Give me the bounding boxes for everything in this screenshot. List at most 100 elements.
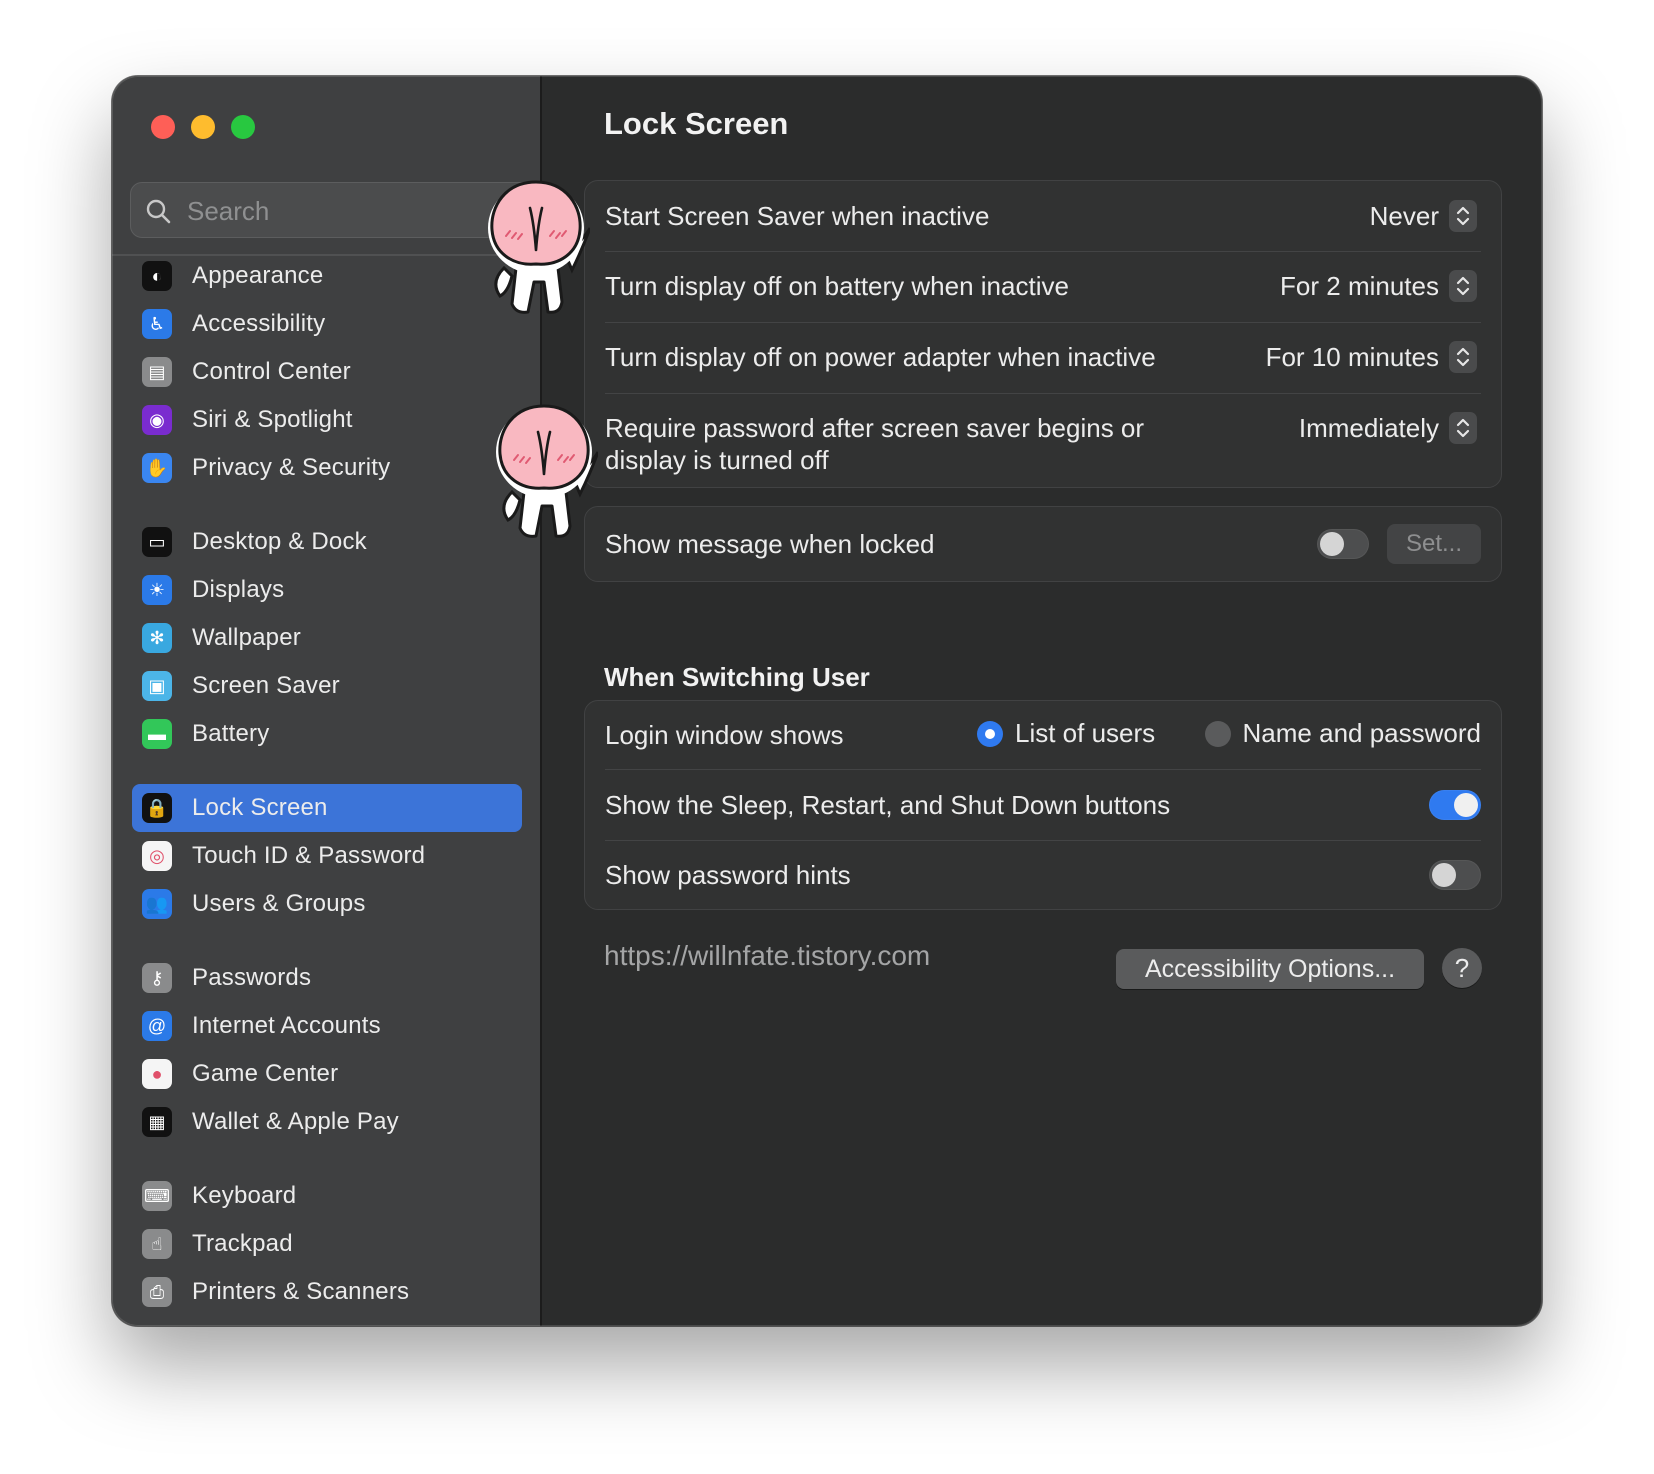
radio-button[interactable]: [1204, 720, 1231, 747]
sidebar-item-keyboard[interactable]: ⌨ Keyboard: [132, 1172, 522, 1220]
siri-icon: ◉: [142, 405, 172, 435]
adapter-display-popup[interactable]: For 10 minutes: [1266, 341, 1477, 373]
page-title: Lock Screen: [604, 106, 789, 141]
game-center-icon: ●: [142, 1059, 172, 1089]
sidebar: ◐ Appearance ♿ Accessibility ▤ Control Center…: [112, 76, 542, 1326]
search-field[interactable]: [130, 182, 542, 239]
help-button[interactable]: ?: [1442, 948, 1482, 988]
chevron-up-down-icon: [1449, 200, 1477, 232]
sidebar-item-label: Passwords: [192, 964, 312, 991]
sidebar-item-label: Game Center: [192, 1060, 339, 1087]
watermark-url: https://willnfate.tistory.com: [604, 940, 931, 971]
hand-icon: ✋: [142, 453, 172, 483]
sidebar-item-label: Internet Accounts: [192, 1012, 381, 1039]
toggle-knob: [1320, 532, 1344, 556]
battery-display-value: For 2 minutes: [1280, 270, 1439, 301]
sidebar-item-displays[interactable]: ☀ Displays: [132, 566, 522, 614]
require-password-popup[interactable]: Immediately: [1299, 412, 1477, 444]
show-message-toggle[interactable]: [1317, 529, 1369, 559]
sidebar-item-game-center[interactable]: ● Game Center: [132, 1050, 522, 1098]
sidebar-item-label: Battery: [192, 720, 270, 747]
accessibility-icon: ♿: [142, 309, 172, 339]
sidebar-item-touch-id-and-password[interactable]: ◎ Touch ID & Password: [132, 832, 522, 880]
sleep-buttons-toggle[interactable]: [1429, 790, 1481, 820]
fingerprint-icon: ◎: [142, 841, 172, 871]
require-password-value: Immediately: [1298, 412, 1439, 443]
sleep-buttons-row: Show the Sleep, Restart, and Shut Down b…: [605, 770, 1481, 840]
accessibility-options-button[interactable]: Accessibility Options...: [1116, 949, 1424, 989]
require-password-row: Require password after screen saver begi…: [605, 394, 1481, 488]
sidebar-item-label: Control Center: [192, 358, 351, 385]
sidebar-item-appearance[interactable]: ◐ Appearance: [132, 252, 522, 300]
minimize-window-button[interactable]: [191, 115, 215, 139]
password-hints-toggle[interactable]: [1429, 860, 1481, 890]
peach-sticker-icon: [488, 180, 590, 314]
set-message-button[interactable]: Set...: [1387, 524, 1481, 564]
sleep-buttons-label: Show the Sleep, Restart, and Shut Down b…: [605, 790, 1171, 820]
sidebar-item-screen-saver[interactable]: ▣ Screen Saver: [132, 662, 522, 710]
battery-display-popup[interactable]: For 2 minutes: [1280, 270, 1477, 302]
trackpad-icon: ☝: [142, 1229, 172, 1259]
sun-icon: ☀: [142, 575, 172, 605]
screen-saver-value: Never: [1369, 200, 1439, 231]
sidebar-item-internet-accounts[interactable]: @ Internet Accounts: [132, 1002, 522, 1050]
content-pane: Lock Screen Start Screen Saver when inac…: [542, 76, 1542, 1326]
radio-list-of-users[interactable]: List of users: [977, 718, 1155, 749]
control-center-icon: ▤: [142, 357, 172, 387]
sidebar-item-label: Screen Saver: [192, 672, 340, 699]
sidebar-item-label: Desktop & Dock: [192, 528, 367, 555]
adapter-display-value: For 10 minutes: [1265, 341, 1439, 372]
adapter-display-label: Turn display off on power adapter when i…: [605, 342, 1156, 372]
battery-display-row: Turn display off on battery when inactiv…: [605, 252, 1481, 322]
radio-name-and-password[interactable]: Name and password: [1204, 718, 1481, 749]
wallet-icon: ▦: [142, 1107, 172, 1137]
switching-user-group: Login window shows List of users Name an…: [584, 700, 1502, 910]
sidebar-item-accessibility[interactable]: ♿ Accessibility: [132, 300, 522, 348]
chevron-up-down-icon: [1449, 270, 1477, 302]
users-icon: 👥: [142, 889, 172, 919]
password-hints-label: Show password hints: [605, 860, 851, 890]
zoom-window-button[interactable]: [231, 115, 255, 139]
sidebar-item-lock-screen[interactable]: 🔒 Lock Screen: [132, 784, 522, 832]
peach-sticker-icon: [496, 404, 598, 538]
settings-window: ◐ Appearance ♿ Accessibility ▤ Control Center…: [112, 76, 1542, 1326]
screen-saver-popup[interactable]: Never: [1370, 200, 1477, 232]
at-icon: @: [142, 1011, 172, 1041]
message-group: Show message when locked Set...: [584, 506, 1502, 582]
radio-button-selected[interactable]: [977, 720, 1003, 747]
screen-saver-icon: ▣: [142, 671, 172, 701]
printer-icon: ⎙: [142, 1277, 172, 1307]
sidebar-item-users-and-groups[interactable]: 👥 Users & Groups: [132, 880, 522, 928]
sidebar-item-printers-and-scanners[interactable]: ⎙ Printers & Scanners: [132, 1268, 522, 1316]
battery-display-label: Turn display off on battery when inactiv…: [605, 271, 1069, 301]
sidebar-item-label: Users & Groups: [192, 890, 366, 917]
search-input[interactable]: [185, 183, 489, 239]
sidebar-item-privacy-and-security[interactable]: ✋ Privacy & Security: [132, 444, 522, 492]
switching-user-heading: When Switching User: [604, 662, 870, 692]
sidebar-item-label: Siri & Spotlight: [192, 406, 353, 433]
sidebar-item-wallpaper[interactable]: ✻ Wallpaper: [132, 614, 522, 662]
window-controls: [151, 115, 255, 139]
snowflake-icon: ✻: [142, 623, 172, 653]
sidebar-item-wallet-and-apple-pay[interactable]: ▦ Wallet & Apple Pay: [132, 1098, 522, 1146]
password-hints-row: Show password hints: [605, 841, 1481, 909]
adapter-display-row: Turn display off on power adapter when i…: [605, 323, 1481, 393]
sidebar-item-battery[interactable]: ▬ Battery: [132, 710, 522, 758]
require-password-label-line2: display is turned off: [605, 445, 829, 475]
show-message-row: Show message when locked Set...: [605, 507, 1481, 581]
battery-icon: ▬: [142, 719, 172, 749]
login-window-label: Login window shows: [605, 720, 844, 750]
screen-saver-row: Start Screen Saver when inactive Never: [605, 181, 1481, 251]
sidebar-item-desktop-and-dock[interactable]: ▭ Desktop & Dock: [132, 518, 522, 566]
sidebar-item-control-center[interactable]: ▤ Control Center: [132, 348, 522, 396]
sidebar-item-trackpad[interactable]: ☝ Trackpad: [132, 1220, 522, 1268]
lock-icon: 🔒: [142, 793, 172, 823]
sidebar-item-passwords[interactable]: ⚷ Passwords: [132, 954, 522, 1002]
login-window-row: Login window shows List of users Name an…: [605, 701, 1481, 769]
chevron-up-down-icon: [1449, 341, 1477, 373]
key-icon: ⚷: [142, 963, 172, 993]
screen-saver-label: Start Screen Saver when inactive: [605, 201, 990, 231]
sidebar-item-siri-and-spotlight[interactable]: ◉ Siri & Spotlight: [132, 396, 522, 444]
sidebar-item-label: Wallet & Apple Pay: [192, 1108, 399, 1135]
close-window-button[interactable]: [151, 115, 175, 139]
